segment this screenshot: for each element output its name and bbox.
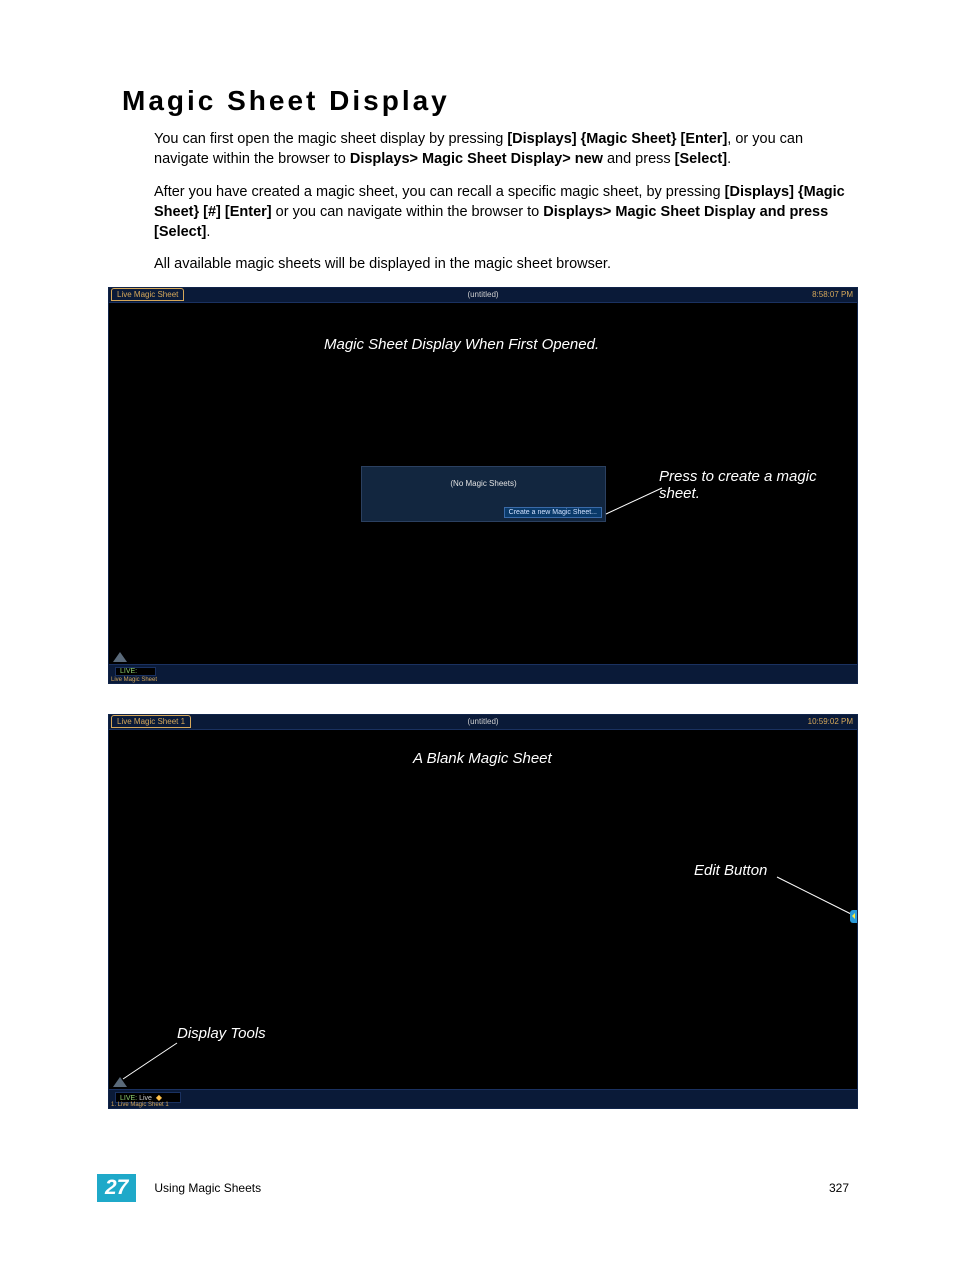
status-bar: LIVE: Live Magic Sheet — [109, 664, 857, 683]
text: or you can navigate within the browser t… — [272, 204, 544, 220]
page-title: Magic Sheet Display — [122, 85, 856, 117]
window-titlebar: Live Magic Sheet (untitled) 8:58:07 PM — [109, 288, 857, 303]
status-sub: Live Magic Sheet — [111, 677, 157, 683]
paragraph-1: You can first open the magic sheet displ… — [154, 129, 856, 170]
caption: Magic Sheet Display When First Opened. — [324, 336, 599, 353]
annotation-edit-button: Edit Button — [694, 862, 767, 879]
text: . — [206, 224, 210, 240]
pointer-line — [121, 1041, 181, 1081]
annotation-create: Press to create a magic sheet. — [659, 468, 857, 502]
clock: 10:59:02 PM — [808, 717, 857, 726]
status-live: LIVE: — [115, 667, 156, 676]
chapter-label: Using Magic Sheets — [154, 1181, 261, 1195]
status-live-label: LIVE: — [120, 1095, 137, 1102]
text-bold: [Select] — [675, 151, 727, 167]
window-titlebar: Live Magic Sheet 1 (untitled) 10:59:02 P… — [109, 715, 857, 730]
text: After you have created a magic sheet, yo… — [154, 184, 725, 200]
text: and press — [603, 151, 675, 167]
page-number: 327 — [829, 1181, 849, 1195]
display-tools-icon[interactable] — [113, 1077, 127, 1087]
create-new-magic-sheet-button[interactable]: Create a new Magic Sheet... — [504, 507, 602, 518]
text-bold: Displays> Magic Sheet Display> new — [350, 151, 603, 167]
pointer-line — [775, 875, 855, 917]
text: You can first open the magic sheet displ… — [154, 131, 507, 147]
caption: A Blank Magic Sheet — [413, 750, 552, 767]
edit-button[interactable] — [850, 910, 857, 923]
screenshot-first-open: Live Magic Sheet (untitled) 8:58:07 PM M… — [108, 287, 858, 684]
pointer-line — [604, 486, 664, 516]
paragraph-3: All available magic sheets will be displ… — [154, 254, 856, 274]
display-tools-icon[interactable] — [113, 652, 127, 662]
bullet-icon: ◆ — [156, 1093, 162, 1102]
chapter-number: 27 — [97, 1174, 136, 1202]
text: . — [727, 151, 731, 167]
tab-live-magic-sheet-1[interactable]: Live Magic Sheet 1 — [111, 715, 191, 728]
dialog-text: (No Magic Sheets) — [450, 479, 516, 488]
status-live-value: Live — [139, 1095, 152, 1102]
tab-live-magic-sheet[interactable]: Live Magic Sheet — [111, 288, 184, 301]
file-title: (untitled) — [467, 717, 498, 726]
no-magic-sheets-dialog: (No Magic Sheets) Create a new Magic She… — [361, 466, 606, 522]
status-bar: LIVE: Live ◆ 1. Live Magic Sheet 1 — [109, 1089, 857, 1108]
page-footer: 27 Using Magic Sheets 327 — [97, 1174, 849, 1202]
annotation-display-tools: Display Tools — [177, 1025, 266, 1042]
file-title: (untitled) — [467, 290, 498, 299]
clock: 8:58:07 PM — [812, 290, 857, 299]
screenshot-blank-sheet: Live Magic Sheet 1 (untitled) 10:59:02 P… — [108, 714, 858, 1109]
text-bold: [Displays] {Magic Sheet} [Enter] — [507, 131, 727, 147]
status-sub: 1. Live Magic Sheet 1 — [111, 1102, 169, 1108]
paragraph-2: After you have created a magic sheet, yo… — [154, 182, 856, 243]
